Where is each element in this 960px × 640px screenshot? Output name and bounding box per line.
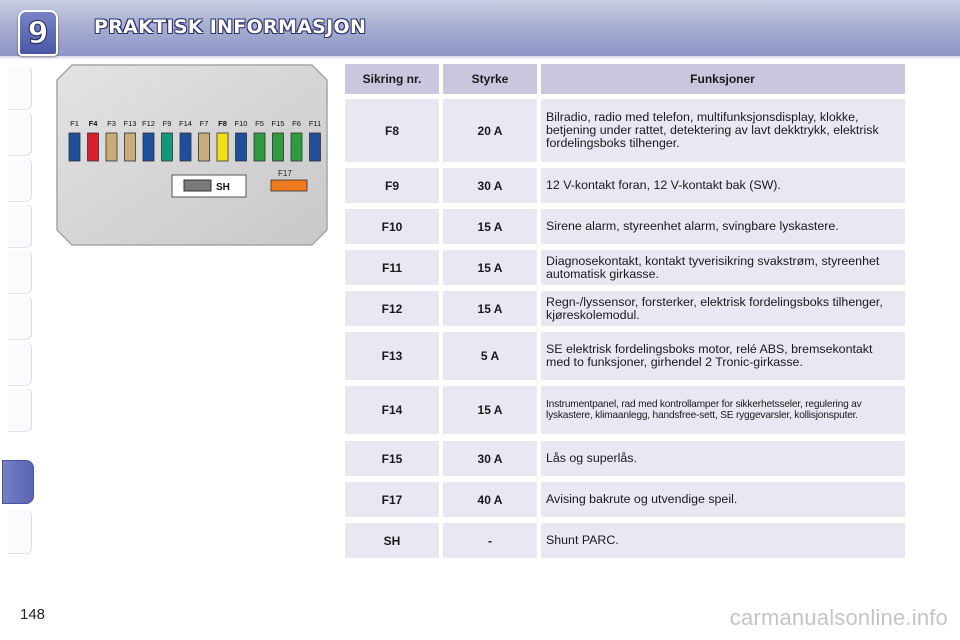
fuse-f15	[272, 132, 284, 162]
table-row: F15 30 A Lås og superlås.	[345, 441, 905, 476]
cell-function: Regn-/lyssensor, forsterker, elektrisk f…	[541, 291, 905, 326]
table-row: F10 15 A Sirene alarm, styreenhet alarm,…	[345, 209, 905, 244]
cell-rating: 5 A	[443, 332, 537, 380]
cell-fuse: F10	[345, 209, 439, 244]
header-rating: Styrke	[443, 64, 537, 94]
side-tab-10[interactable]	[8, 510, 32, 554]
fuse-label-f12: F12	[142, 119, 155, 128]
page-title: PRAKTISK INFORMASJON	[94, 16, 367, 38]
table-row: F12 15 A Regn-/lyssensor, forsterker, el…	[345, 291, 905, 326]
fuse-label-f1: F1	[70, 119, 79, 128]
side-tab-8[interactable]	[8, 388, 32, 432]
fuse-f6	[290, 132, 303, 162]
cell-function: Diagnosekontakt, kontakt tyverisikring s…	[541, 250, 905, 285]
fuse-box-diagram: F1 F4 F3 F13 F12 F9 F14 F7 F8 F10 F5 F15 F6 F11 SH F1…	[56, 64, 328, 246]
cell-fuse: F15	[345, 441, 439, 476]
fuse-f13	[124, 132, 136, 162]
page-number: 148	[20, 606, 46, 623]
cell-rating: 15 A	[443, 209, 537, 244]
chapter-number: 9	[27, 15, 49, 51]
fuse-f7	[198, 132, 210, 162]
fuse-f9	[161, 132, 173, 162]
table-row: F14 15 A Instrumentpanel, rad med kontro…	[345, 386, 905, 434]
fuse-label-f3: F3	[107, 119, 116, 128]
watermark: carmanualsonline.info	[729, 605, 948, 630]
cell-function: Shunt PARC.	[541, 523, 905, 558]
fuse-label-f8: F8	[218, 119, 227, 128]
cell-function: Instrumentpanel, rad med kontrollamper f…	[541, 386, 905, 434]
table-row: SH - Shunt PARC.	[345, 523, 905, 558]
side-tab-2[interactable]	[8, 112, 32, 156]
shunt-element	[183, 179, 212, 192]
fuse-f12	[142, 132, 155, 162]
side-tab-6[interactable]	[8, 296, 32, 340]
cell-fuse: SH	[345, 523, 439, 558]
side-tab-5[interactable]	[8, 250, 32, 294]
cell-function: Lås og superlås.	[541, 441, 905, 476]
fuse-label-f15: F15	[272, 119, 285, 128]
side-tab-9-active[interactable]	[2, 460, 34, 504]
cell-rating: 15 A	[443, 386, 537, 434]
cell-rating: -	[443, 523, 537, 558]
cell-fuse: F8	[345, 99, 439, 162]
header-functions: Funksjoner	[541, 64, 905, 94]
cell-fuse: F13	[345, 332, 439, 380]
fuse-label-f7: F7	[200, 119, 209, 128]
cell-rating: 20 A	[443, 99, 537, 162]
side-tab-3[interactable]	[8, 158, 32, 202]
side-tab-1[interactable]	[8, 66, 32, 110]
cell-rating: 15 A	[443, 291, 537, 326]
fuse-label-f9: F9	[163, 119, 172, 128]
side-tab-7[interactable]	[8, 342, 32, 386]
table-row: F9 30 A 12 V-kontakt foran, 12 V-kontakt…	[345, 168, 905, 203]
fuse-label-f14: F14	[179, 119, 192, 128]
side-tab-4[interactable]	[8, 204, 32, 248]
fuse-f4	[87, 132, 99, 162]
fuse-f3	[105, 132, 118, 162]
header-fuse-number: Sikring nr.	[345, 64, 439, 94]
cell-rating: 30 A	[443, 168, 537, 203]
shunt-label: SH	[216, 182, 230, 193]
fuse-f8	[216, 132, 229, 162]
fuse-label-f17: F17	[278, 169, 292, 178]
cell-function: Sirene alarm, styreenhet alarm, svingbar…	[541, 209, 905, 244]
chapter-side-tabs	[0, 66, 34, 576]
cell-rating: 15 A	[443, 250, 537, 285]
cell-function: Avising bakrute og utvendige speil.	[541, 482, 905, 517]
header-shadow	[0, 56, 960, 60]
fuse-label-f10: F10	[235, 119, 248, 128]
table-row: F13 5 A SE elektrisk fordelingsboks moto…	[345, 332, 905, 380]
table-header-row: Sikring nr. Styrke Funksjoner	[345, 64, 905, 94]
cell-function: 12 V-kontakt foran, 12 V-kontakt bak (SW…	[541, 168, 905, 203]
table-row: F8 20 A Bilradio, radio med telefon, mul…	[345, 99, 905, 162]
fuse-f5	[253, 132, 266, 162]
fuse-f10	[235, 132, 247, 162]
chapter-badge: 9	[18, 10, 58, 56]
fuse-f14	[179, 132, 192, 162]
fuse-label-f6: F6	[292, 119, 301, 128]
fuse-box-svg: F1 F4 F3 F13 F12 F9 F14 F7 F8 F10 F5 F15 F6 F11 SH F1…	[56, 64, 328, 246]
fuse-label-f5: F5	[255, 119, 264, 128]
cell-fuse: F12	[345, 291, 439, 326]
cell-function: Bilradio, radio med telefon, multifunksj…	[541, 99, 905, 162]
cell-fuse: F9	[345, 168, 439, 203]
fuse-f1	[68, 132, 81, 162]
fuse-label-f4: F4	[89, 119, 99, 128]
fuse-f17	[270, 179, 308, 192]
table-row: F11 15 A Diagnosekontakt, kontakt tyveri…	[345, 250, 905, 285]
cell-fuse: F17	[345, 482, 439, 517]
fuse-label-f11: F11	[309, 119, 321, 128]
fuse-f11	[309, 132, 321, 162]
cell-rating: 30 A	[443, 441, 537, 476]
fuse-label-f13: F13	[124, 119, 137, 128]
table-row: F17 40 A Avising bakrute og utvendige sp…	[345, 482, 905, 517]
cell-function: SE elektrisk fordelingsboks motor, relé …	[541, 332, 905, 380]
cell-rating: 40 A	[443, 482, 537, 517]
cell-fuse: F14	[345, 386, 439, 434]
cell-fuse: F11	[345, 250, 439, 285]
